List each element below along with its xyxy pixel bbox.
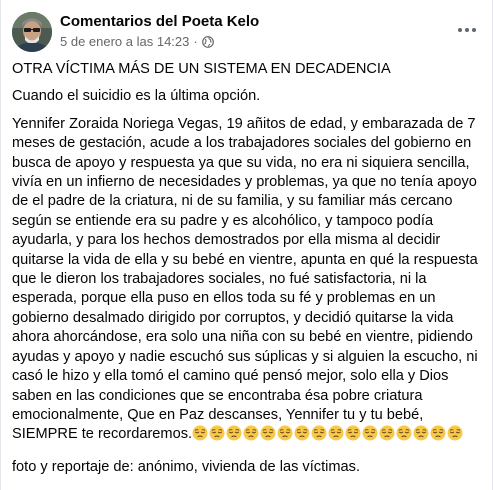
pensive-face-emoji [379,425,395,447]
post-subheadline: Cuando el suicidio es la última opción. [12,88,261,105]
post-body: Yennifer Zoraida Noriega Vegas, 19 añito… [12,115,482,448]
post-credit: foto y reportaje de: anónimo, vivienda d… [12,458,360,475]
author-name[interactable]: Comentarios del Poeta Kelo [60,13,259,30]
pensive-face-emoji [277,425,293,447]
avatar-photo [12,12,52,52]
meta-separator: · [193,34,198,49]
author-avatar[interactable] [12,12,52,52]
pensive-face-emoji [226,425,242,447]
post-headline: OTRA VÍCTIMA MÁS DE UN SISTEMA EN DECADE… [12,61,391,77]
facebook-post: Comentarios del Poeta Kelo 5 de enero a … [0,0,493,490]
pensive-face-emoji [328,425,344,447]
post-body-text: Yennifer Zoraida Noriega Vegas, 19 añito… [12,115,478,443]
post-content: OTRA VÍCTIMA MÁS DE UN SISTEMA EN DECADE… [12,60,482,485]
post-timestamp[interactable]: 5 de enero a las 14:23 [60,34,189,49]
pensive-face-emoji [294,425,310,447]
pensive-face-emoji [260,425,276,447]
post-header: Comentarios del Poeta Kelo 5 de enero a … [12,10,481,52]
globe-icon[interactable] [201,35,214,48]
pensive-face-emoji [345,425,361,447]
pensive-face-emoji [311,425,327,447]
pensive-face-emoji [413,425,429,447]
post-meta: 5 de enero a las 14:23 · [60,34,214,49]
more-options-icon[interactable] [453,18,481,42]
pensive-face-emoji [192,425,208,447]
pensive-face-emoji [447,425,463,447]
emoji-row [192,425,464,442]
pensive-face-emoji [209,425,225,447]
pensive-face-emoji [362,425,378,447]
pensive-face-emoji [430,425,446,447]
pensive-face-emoji [396,425,412,447]
pensive-face-emoji [243,425,259,447]
